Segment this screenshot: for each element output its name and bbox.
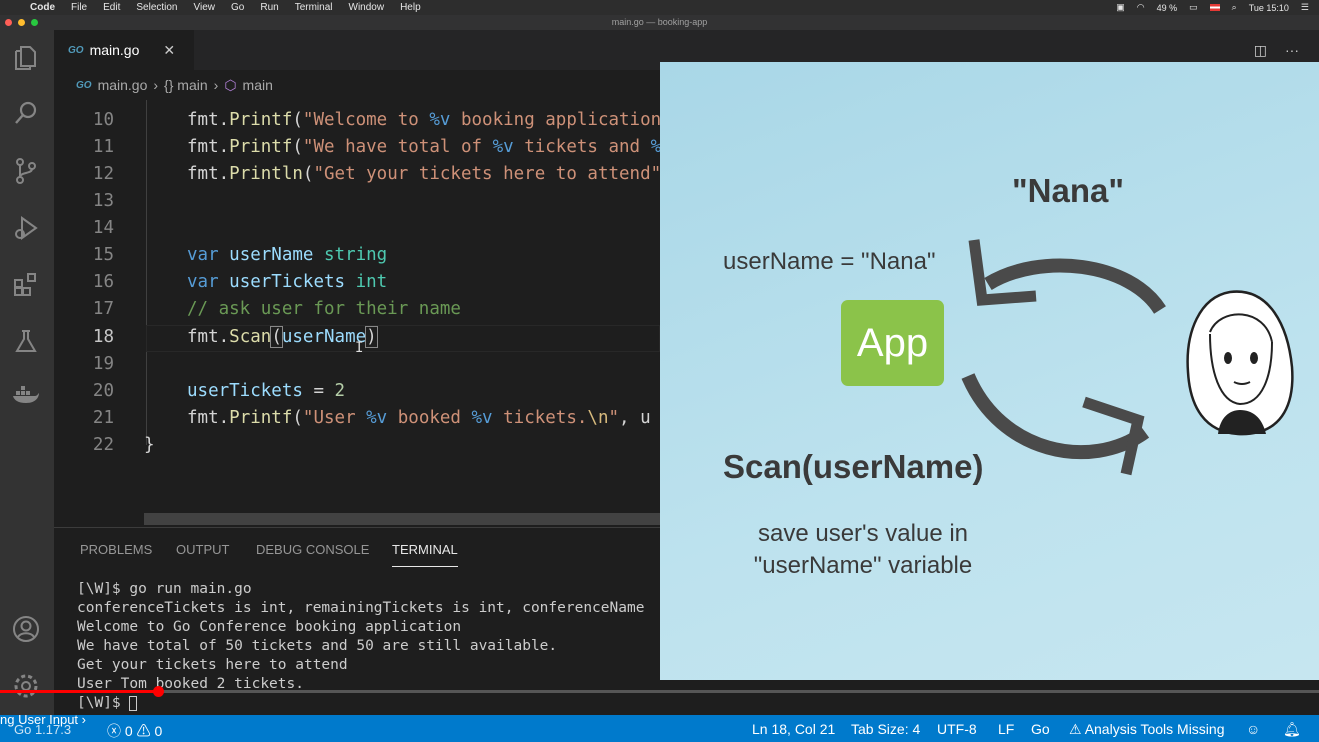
cursor-position[interactable]: Ln 18, Col 21 (752, 721, 835, 737)
activity-bar (0, 30, 54, 715)
search-icon[interactable] (11, 100, 41, 130)
breadcrumb-function[interactable]: main (243, 77, 273, 93)
terminal-cursor (129, 695, 138, 711)
terminal-line: Welcome to Go Conference booking applica… (77, 619, 462, 635)
tab-problems[interactable]: PROBLEMS (80, 542, 152, 557)
go-version[interactable]: Go 1.17.3 (14, 722, 71, 737)
battery-icon[interactable]: ▭ (1189, 2, 1198, 13)
video-progress-fill (0, 690, 159, 693)
slide-value-label: "Nana" (1012, 172, 1124, 209)
tab-terminal[interactable]: TERMINAL (392, 542, 458, 557)
code-line[interactable]: 17// ask user for their name (54, 296, 660, 323)
menu-edit[interactable]: Edit (103, 2, 120, 13)
slide-assignment: userName = "Nana" (723, 248, 936, 275)
notifications-bell-icon[interactable]: 🔔︎ (1283, 721, 1301, 738)
analysis-tools-warning[interactable]: ⚠ Analysis Tools Missing (1069, 721, 1224, 738)
code-line[interactable]: 10 fmt.Printf("Welcome to %v booking appl… (54, 107, 660, 134)
run-debug-icon[interactable] (11, 214, 41, 244)
extensions-icon[interactable] (11, 271, 41, 301)
docker-icon[interactable] (11, 385, 41, 415)
status-bar: ng User Input › Go 1.17.3 ⓧ 0 ⚠ 0 Ln 18,… (0, 712, 1319, 742)
spotlight-search-icon[interactable]: ⌕ (1232, 2, 1237, 13)
user-avatar-icon (1186, 290, 1294, 436)
more-actions-icon[interactable]: ··· (1285, 42, 1299, 59)
menu-file[interactable]: File (71, 2, 87, 13)
terminal-prompt: [\W]$ (77, 694, 644, 713)
code-line[interactable]: 20 userTickets = 2 (54, 378, 660, 405)
slide-scan-title: Scan(userName) (723, 448, 984, 485)
breadcrumb-package[interactable]: {} main (164, 77, 208, 93)
split-editor-icon[interactable]: ◫ (1254, 42, 1267, 59)
breadcrumb: GO main.go › {} main › ⬡ main (54, 72, 273, 98)
window-title: main.go — booking-app (0, 15, 1319, 30)
menu-view[interactable]: View (194, 2, 216, 13)
terminal-line: conferenceTickets is int, remainingTicke… (77, 600, 645, 616)
menu-help[interactable]: Help (400, 2, 421, 13)
feedback-icon[interactable]: ☺ (1246, 721, 1260, 737)
language-mode[interactable]: Go (1031, 721, 1050, 737)
zoom-window-button[interactable] (31, 19, 38, 26)
code-line[interactable]: 14 (54, 215, 660, 242)
menu-selection[interactable]: Selection (136, 2, 177, 13)
editor-actions: ◫ ··· (1254, 42, 1299, 59)
code-line[interactable]: 13 (54, 188, 660, 215)
code-line[interactable]: 12 fmt.Println("Get your tickets here to … (54, 161, 660, 188)
warning-icon: ⚠ (1069, 721, 1082, 737)
chevron-right-icon: › (213, 77, 219, 93)
code-line[interactable]: 11 fmt.Printf("We have total of %v ticket… (54, 134, 660, 161)
menu-app-name[interactable]: Code (30, 2, 55, 13)
battery-percent[interactable]: 49 % (1157, 3, 1178, 13)
video-progress-track[interactable] (0, 690, 1319, 693)
problems-indicator[interactable]: ⓧ 0 ⚠ 0 (107, 721, 162, 741)
text-cursor-icon: I (355, 340, 364, 356)
horizontal-scrollbar[interactable] (144, 513, 660, 525)
encoding[interactable]: UTF-8 (937, 721, 977, 737)
slide-scan-description: save user's value in "userName" variable (753, 520, 973, 579)
breadcrumb-file[interactable]: main.go (98, 77, 148, 93)
chevron-right-icon: › (153, 77, 159, 93)
explorer-icon[interactable] (11, 44, 41, 74)
account-icon[interactable] (11, 615, 41, 645)
menu-terminal[interactable]: Terminal (295, 2, 333, 13)
settings-gear-icon[interactable] (11, 672, 41, 702)
active-tab-indicator (392, 566, 458, 567)
wifi-icon[interactable]: ◠ (1137, 2, 1145, 13)
terminal-line: We have total of 50 tickets and 50 are s… (77, 638, 558, 654)
tab-main-go[interactable]: GO main.go ✕ (54, 30, 194, 70)
code-line[interactable]: 16 var userTickets int (54, 269, 660, 296)
cube-icon: ⬡ (224, 76, 237, 93)
tab-label: main.go (89, 42, 140, 58)
tab-size[interactable]: Tab Size: 4 (851, 721, 920, 737)
app-box: App (841, 300, 944, 386)
terminal-line: Get your tickets here to attend (77, 657, 348, 673)
menu-run[interactable]: Run (260, 2, 278, 13)
code-line[interactable]: 21 fmt.Printf("User %v booked %v tickets.… (54, 405, 660, 432)
end-of-line[interactable]: LF (998, 721, 1014, 737)
go-file-icon: GO (68, 44, 84, 56)
close-window-button[interactable] (5, 19, 12, 26)
screen-mirror-icon[interactable]: ▣ (1116, 2, 1125, 13)
explanation-slide: "Nana" userName = "Nana" App Scan(userNa… (660, 62, 1319, 680)
tab-output[interactable]: OUTPUT (176, 542, 229, 557)
menu-window[interactable]: Window (349, 2, 385, 13)
code-line[interactable]: 15 var userName string (54, 242, 660, 269)
code-editor[interactable]: 10 fmt.Printf("Welcome to %v booking appl… (54, 100, 660, 515)
flow-arrows-icon (961, 239, 1166, 476)
terminal-line: [\W]$ go run main.go (77, 581, 252, 597)
tab-debug-console[interactable]: DEBUG CONSOLE (256, 542, 369, 557)
source-control-icon[interactable] (11, 157, 41, 187)
macos-menubar: Code File Edit Selection View Go Run Ter… (0, 0, 1319, 15)
menu-go[interactable]: Go (231, 2, 244, 13)
go-file-icon: GO (76, 79, 92, 91)
error-icon: ⓧ (107, 723, 121, 739)
code-line[interactable]: 22} (54, 432, 660, 459)
close-tab-icon[interactable]: ✕ (163, 42, 175, 59)
minimize-window-button[interactable] (18, 19, 25, 26)
control-center-icon[interactable]: ☰ (1301, 2, 1309, 13)
testing-flask-icon[interactable] (11, 328, 41, 358)
warning-icon: ⚠ (136, 723, 151, 739)
menubar-clock[interactable]: Tue 15:10 (1249, 3, 1289, 13)
flag-icon[interactable] (1209, 4, 1220, 11)
